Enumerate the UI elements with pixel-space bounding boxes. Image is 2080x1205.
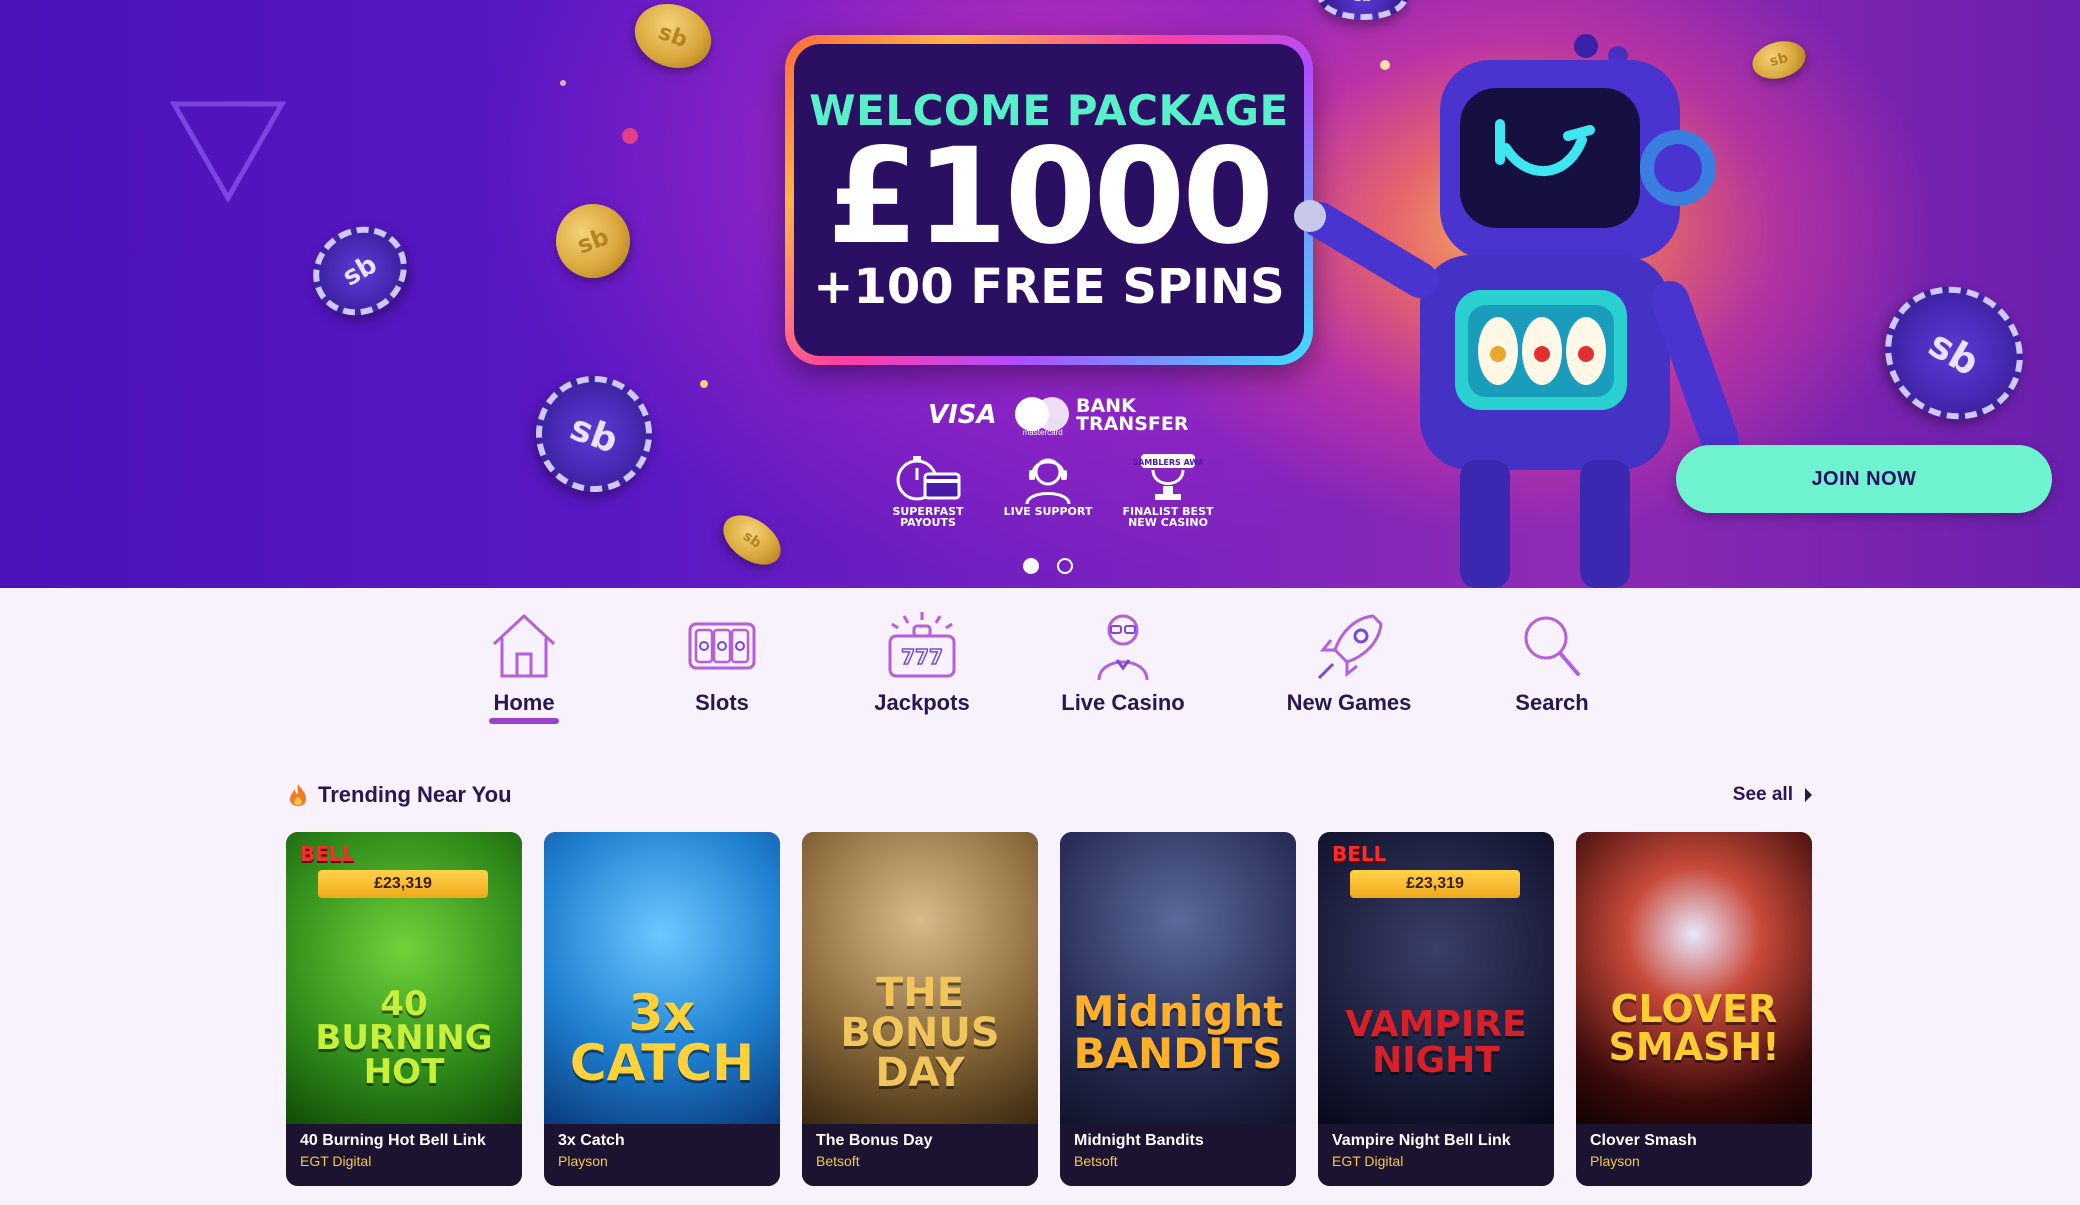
sparkle bbox=[560, 80, 566, 86]
game-card[interactable]: VAMPIRE NIGHT BELL £23,319 Vampire Night… bbox=[1318, 832, 1554, 1186]
badge-superfast-payouts: SUPERFAST PAYOUTS bbox=[878, 452, 978, 542]
svg-text:ASKGAMBLERS AWARDS: ASKGAMBLERS AWARDS bbox=[1133, 458, 1203, 467]
nav-item-jackpots[interactable]: 777 Jackpots bbox=[858, 610, 986, 730]
trending-games-row: 40 BURNING HOT BELL £23,319 40 Burning H… bbox=[286, 832, 1814, 1186]
headset-agent-icon bbox=[1025, 458, 1071, 504]
stopwatch-card-icon bbox=[896, 456, 961, 501]
coin-icon: sb bbox=[545, 193, 641, 289]
robot-mascot bbox=[1294, 34, 1739, 588]
payment-methods: VISA mastercard BANK TRANSFER bbox=[928, 393, 1189, 438]
casino-chip-icon: sb bbox=[1318, 0, 1408, 20]
game-thumbnail: 40 BURNING HOT BELL £23,319 bbox=[286, 832, 522, 1124]
game-provider: EGT Digital bbox=[1332, 1153, 1404, 1169]
badge-askgamblers: ASKGAMBLERS AWARDS FINALIST BEST NEW CAS… bbox=[1118, 452, 1218, 542]
carousel-dots bbox=[1023, 558, 1073, 574]
welcome-package-inner: WELCOME PACKAGE £1000 +100 FREE SPINS bbox=[794, 44, 1304, 356]
trending-header: Trending Near You See all bbox=[288, 778, 1812, 812]
magnifier-icon bbox=[1524, 616, 1580, 676]
jackpot-amount: £23,319 bbox=[1350, 870, 1520, 898]
game-art-title: CLOVER SMASH! bbox=[1608, 987, 1780, 1069]
game-thumbnail: VAMPIRE NIGHT BELL £23,319 bbox=[1318, 832, 1554, 1124]
game-thumbnail: THE BONUS DAY bbox=[802, 832, 1038, 1124]
game-card[interactable]: 40 BURNING HOT BELL £23,319 40 Burning H… bbox=[286, 832, 522, 1186]
sparkle bbox=[700, 380, 708, 388]
hero-banner[interactable]: sb sb sb sb sb sb sb sb WELCOME PACKAGE … bbox=[0, 0, 2080, 588]
badge-live-support: LIVE SUPPORT bbox=[998, 452, 1098, 542]
game-card[interactable]: THE BONUS DAY The Bonus Day Betsoft bbox=[802, 832, 1038, 1186]
game-art-title: THE BONUS DAY bbox=[840, 970, 1000, 1096]
house-icon bbox=[492, 614, 556, 678]
see-all-link[interactable]: See all bbox=[1733, 784, 1812, 806]
game-provider: Betsoft bbox=[1074, 1153, 1118, 1169]
bank-transfer-logo: BANK TRANSFER bbox=[1076, 395, 1189, 435]
category-nav: Home Slots 777 Jackpots Live Casino New … bbox=[460, 610, 1640, 730]
casino-chip-icon: sb bbox=[1860, 261, 2048, 445]
active-tab-indicator bbox=[489, 718, 559, 724]
game-card-footer: Clover Smash Playson bbox=[1576, 1124, 1812, 1186]
casino-chip-icon: sb bbox=[296, 209, 424, 333]
game-art-title: Midnight BANDITS bbox=[1072, 987, 1284, 1078]
game-provider: Playson bbox=[1590, 1153, 1640, 1169]
askgamblers-award-icon: ASKGAMBLERS AWARDS bbox=[1133, 454, 1203, 500]
game-name: Vampire Night Bell Link bbox=[1332, 1132, 1511, 1149]
carousel-dot-2[interactable] bbox=[1057, 558, 1073, 574]
game-card[interactable]: 3x CATCH 3x Catch Playson bbox=[544, 832, 780, 1186]
bell-link-logo: BELL bbox=[300, 842, 355, 866]
casino-chip-icon: sb bbox=[519, 359, 669, 509]
game-card-footer: Midnight Bandits Betsoft bbox=[1060, 1124, 1296, 1186]
bell-link-logo: BELL bbox=[1332, 842, 1387, 866]
join-now-button[interactable]: JOIN NOW bbox=[1676, 445, 2052, 513]
game-provider: Playson bbox=[558, 1153, 608, 1169]
jackpot-amount: £23,319 bbox=[318, 870, 488, 898]
coin-icon: sb bbox=[714, 505, 790, 575]
coin-icon: sb bbox=[625, 0, 721, 79]
game-card-footer: 3x Catch Playson bbox=[544, 1124, 780, 1186]
trending-title: Trending Near You bbox=[288, 782, 512, 808]
game-name: Midnight Bandits bbox=[1074, 1132, 1204, 1149]
game-art-title: 40 BURNING HOT bbox=[315, 984, 493, 1092]
nav-item-slots[interactable]: Slots bbox=[658, 610, 786, 730]
game-thumbnail: 3x CATCH bbox=[544, 832, 780, 1124]
trust-badges: SUPERFAST PAYOUTS LIVE SUPPORT ASKGAMBLE… bbox=[878, 452, 1218, 542]
game-card[interactable]: Midnight BANDITS Midnight Bandits Betsof… bbox=[1060, 832, 1296, 1186]
game-card[interactable]: CLOVER SMASH! Clover Smash Playson bbox=[1576, 832, 1812, 1186]
triangle-decoration bbox=[170, 101, 286, 204]
game-card-footer: Vampire Night Bell Link EGT Digital bbox=[1318, 1124, 1554, 1186]
promo-free-spins: +100 FREE SPINS bbox=[813, 258, 1285, 315]
game-name: 40 Burning Hot Bell Link bbox=[300, 1132, 486, 1149]
game-card-footer: The Bonus Day Betsoft bbox=[802, 1124, 1038, 1186]
sparkle bbox=[622, 128, 638, 144]
rocket-icon bbox=[1317, 614, 1383, 680]
game-provider: Betsoft bbox=[816, 1153, 860, 1169]
flame-icon bbox=[290, 784, 306, 806]
mastercard-logo: mastercard bbox=[1014, 395, 1069, 437]
game-art-title: 3x CATCH bbox=[569, 984, 755, 1092]
slot-reels-icon bbox=[688, 622, 756, 670]
game-card-footer: 40 Burning Hot Bell Link EGT Digital bbox=[286, 1124, 522, 1186]
nav-item-home[interactable]: Home bbox=[460, 610, 588, 730]
visa-logo: VISA bbox=[928, 400, 997, 430]
game-name: The Bonus Day bbox=[816, 1132, 933, 1149]
game-provider: EGT Digital bbox=[300, 1153, 372, 1169]
game-art-title: VAMPIRE NIGHT bbox=[1345, 1004, 1527, 1081]
welcome-package-box[interactable]: WELCOME PACKAGE £1000 +100 FREE SPINS bbox=[785, 35, 1313, 365]
game-name: Clover Smash bbox=[1590, 1132, 1697, 1149]
nav-item-new-games[interactable]: New Games bbox=[1274, 610, 1424, 730]
game-name: 3x Catch bbox=[558, 1132, 625, 1149]
chevron-right-icon bbox=[1805, 788, 1812, 802]
carousel-dot-1[interactable] bbox=[1023, 558, 1039, 574]
svg-text:777: 777 bbox=[901, 645, 943, 669]
nav-item-search[interactable]: Search bbox=[1488, 610, 1616, 730]
game-thumbnail: CLOVER SMASH! bbox=[1576, 832, 1812, 1124]
coin-icon: sb bbox=[1748, 35, 1810, 85]
jackpot-777-icon: 777 bbox=[888, 612, 956, 678]
game-thumbnail: Midnight BANDITS bbox=[1060, 832, 1296, 1124]
promo-amount: £1000 bbox=[826, 119, 1274, 274]
nav-item-live-casino[interactable]: Live Casino bbox=[1048, 610, 1198, 730]
dealer-icon bbox=[1097, 614, 1149, 681]
